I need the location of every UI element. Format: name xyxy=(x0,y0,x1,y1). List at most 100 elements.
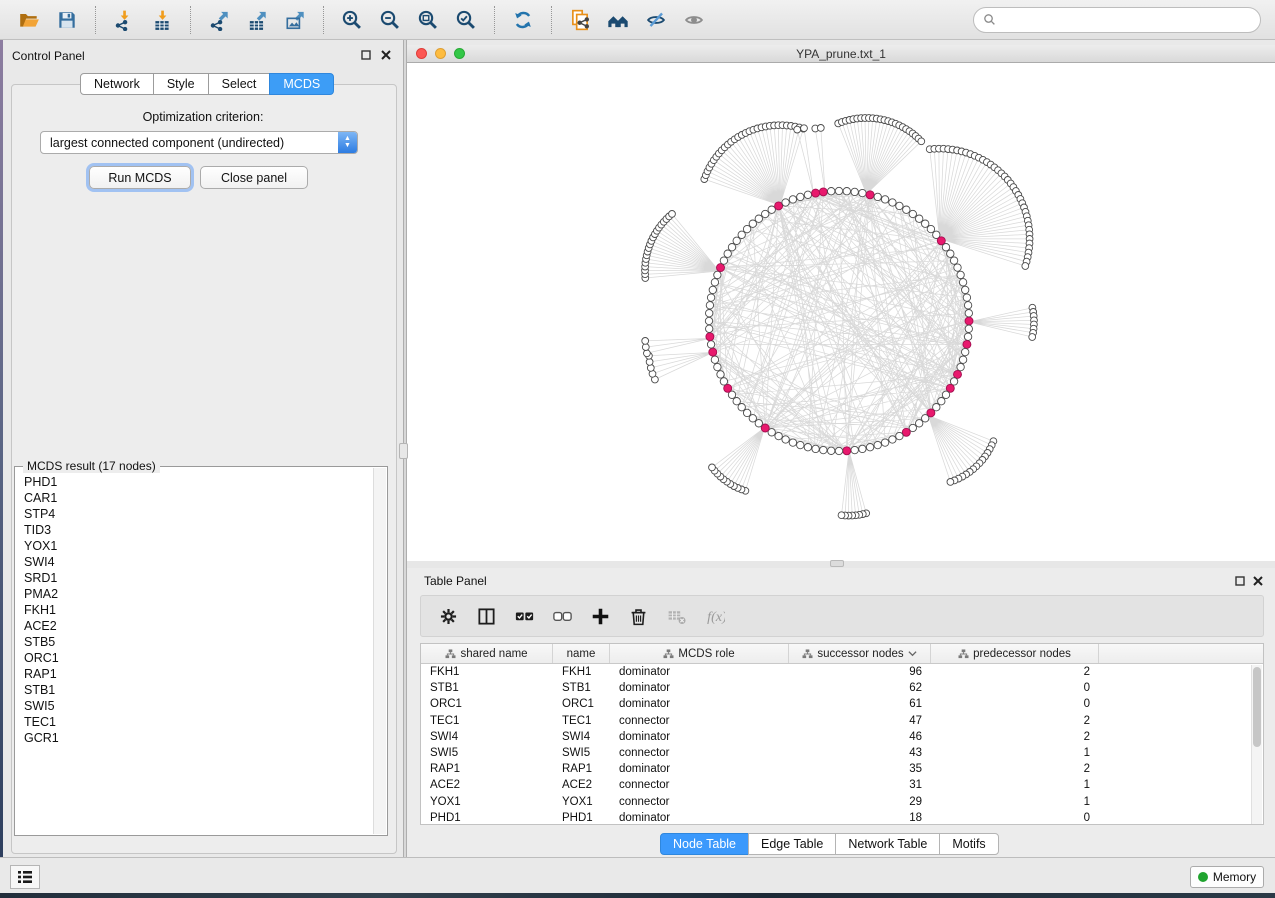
table-row[interactable]: YOX1YOX1connector291 xyxy=(421,794,1263,810)
table-row[interactable]: FKH1FKH1dominator962 xyxy=(421,664,1263,680)
add-row-button[interactable] xyxy=(585,601,615,631)
table-row[interactable]: SWI5SWI5connector431 xyxy=(421,745,1263,761)
cell-MCDS-role[interactable]: connector xyxy=(610,715,789,727)
result-list-scrollbar[interactable] xyxy=(373,468,386,834)
horizontal-splitter-grip[interactable] xyxy=(830,560,844,567)
column-header-name[interactable]: name xyxy=(553,644,610,663)
share-network-button[interactable] xyxy=(564,4,596,36)
cell-shared-name[interactable]: YOX1 xyxy=(421,796,553,808)
cell-name[interactable]: PHD1 xyxy=(553,812,610,824)
cell-name[interactable]: SWI5 xyxy=(553,747,610,759)
zoom-fit-button[interactable] xyxy=(412,4,444,36)
table-row[interactable]: STB1STB1dominator620 xyxy=(421,680,1263,696)
cell-shared-name[interactable]: PHD1 xyxy=(421,812,553,824)
network-graph[interactable] xyxy=(407,63,1275,561)
column-header-shared-name[interactable]: shared name xyxy=(421,644,553,663)
export-image-button[interactable] xyxy=(279,4,311,36)
cell-MCDS-role[interactable]: connector xyxy=(610,779,789,791)
delete-row-button[interactable] xyxy=(623,601,653,631)
cell-MCDS-role[interactable]: connector xyxy=(610,747,789,759)
deselect-all-button[interactable] xyxy=(547,601,577,631)
result-node-item[interactable]: ACE2 xyxy=(24,618,374,634)
cell-shared-name[interactable]: TEC1 xyxy=(421,715,553,727)
memory-button[interactable]: Memory xyxy=(1190,866,1264,888)
cell-successor-nodes[interactable]: 61 xyxy=(789,698,931,710)
cell-name[interactable]: SWI4 xyxy=(553,731,610,743)
cell-successor-nodes[interactable]: 29 xyxy=(789,796,931,808)
tab-style[interactable]: Style xyxy=(153,73,209,95)
cell-MCDS-role[interactable]: dominator xyxy=(610,763,789,775)
result-node-item[interactable]: PHD1 xyxy=(24,474,374,490)
cell-successor-nodes[interactable]: 43 xyxy=(789,747,931,759)
float-table-panel-icon[interactable] xyxy=(1234,575,1246,587)
table-row[interactable]: PHD1PHD1dominator180 xyxy=(421,810,1263,825)
cell-name[interactable]: FKH1 xyxy=(553,666,610,678)
cell-successor-nodes[interactable]: 96 xyxy=(789,666,931,678)
close-panel-button[interactable]: Close panel xyxy=(200,166,308,189)
result-node-item[interactable]: CAR1 xyxy=(24,490,374,506)
optimization-criterion-select[interactable]: largest connected component (undirected)… xyxy=(40,131,358,154)
cell-MCDS-role[interactable]: dominator xyxy=(610,698,789,710)
save-session-button[interactable] xyxy=(51,4,83,36)
network-window-titlebar[interactable]: YPA_prune.txt_1 xyxy=(407,45,1275,63)
result-node-item[interactable]: TEC1 xyxy=(24,714,374,730)
network-view-canvas[interactable] xyxy=(407,63,1275,561)
tab-node-table[interactable]: Node Table xyxy=(660,833,749,855)
tab-mcds[interactable]: MCDS xyxy=(269,73,334,95)
cell-name[interactable]: STB1 xyxy=(553,682,610,694)
cell-shared-name[interactable]: SWI5 xyxy=(421,747,553,759)
cell-shared-name[interactable]: FKH1 xyxy=(421,666,553,678)
split-panel-button[interactable] xyxy=(471,601,501,631)
show-all-button[interactable] xyxy=(678,4,710,36)
cell-predecessor-nodes[interactable]: 1 xyxy=(931,796,1099,808)
cell-successor-nodes[interactable]: 18 xyxy=(789,812,931,824)
result-node-item[interactable]: ORC1 xyxy=(24,650,374,666)
cell-successor-nodes[interactable]: 62 xyxy=(789,682,931,694)
result-node-item[interactable]: STB1 xyxy=(24,682,374,698)
cell-MCDS-role[interactable]: dominator xyxy=(610,731,789,743)
cell-predecessor-nodes[interactable]: 0 xyxy=(931,698,1099,710)
cell-shared-name[interactable]: ACE2 xyxy=(421,779,553,791)
column-header-predecessor-nodes[interactable]: predecessor nodes xyxy=(931,644,1099,663)
cell-MCDS-role[interactable]: connector xyxy=(610,796,789,808)
first-neighbors-button[interactable] xyxy=(602,4,634,36)
cell-name[interactable]: TEC1 xyxy=(553,715,610,727)
close-table-panel-icon[interactable] xyxy=(1252,575,1264,587)
result-node-item[interactable]: GCR1 xyxy=(24,730,374,746)
cell-shared-name[interactable]: RAP1 xyxy=(421,763,553,775)
table-scrollbar-thumb[interactable] xyxy=(1253,667,1261,747)
hide-selected-button[interactable] xyxy=(640,4,672,36)
select-all-button[interactable] xyxy=(509,601,539,631)
result-node-item[interactable]: SRD1 xyxy=(24,570,374,586)
result-node-item[interactable]: RAP1 xyxy=(24,666,374,682)
cell-name[interactable]: YOX1 xyxy=(553,796,610,808)
apply-layout-button[interactable] xyxy=(507,4,539,36)
cell-name[interactable]: ORC1 xyxy=(553,698,610,710)
cell-shared-name[interactable]: ORC1 xyxy=(421,698,553,710)
equation-button[interactable]: f(x) xyxy=(699,601,729,631)
result-node-item[interactable]: SWI4 xyxy=(24,554,374,570)
table-row[interactable]: ACE2ACE2connector311 xyxy=(421,777,1263,793)
export-network-button[interactable] xyxy=(203,4,235,36)
cell-MCDS-role[interactable]: dominator xyxy=(610,812,789,824)
result-node-item[interactable]: STB5 xyxy=(24,634,374,650)
cell-shared-name[interactable]: STB1 xyxy=(421,682,553,694)
table-scrollbar[interactable] xyxy=(1251,665,1262,825)
tab-edge-table[interactable]: Edge Table xyxy=(748,833,836,855)
result-node-item[interactable]: PMA2 xyxy=(24,586,374,602)
result-node-item[interactable]: TID3 xyxy=(24,522,374,538)
delete-table-button[interactable] xyxy=(661,601,691,631)
column-header-successor-nodes[interactable]: successor nodes xyxy=(789,644,931,663)
cell-successor-nodes[interactable]: 47 xyxy=(789,715,931,727)
float-panel-icon[interactable] xyxy=(360,49,372,61)
zoom-selected-button[interactable] xyxy=(450,4,482,36)
result-node-item[interactable]: YOX1 xyxy=(24,538,374,554)
mcds-result-list[interactable]: PHD1CAR1STP4TID3YOX1SWI4SRD1PMA2FKH1ACE2… xyxy=(16,470,374,832)
close-panel-icon[interactable] xyxy=(380,49,392,61)
cell-name[interactable]: ACE2 xyxy=(553,779,610,791)
cell-shared-name[interactable]: SWI4 xyxy=(421,731,553,743)
zoom-in-button[interactable] xyxy=(336,4,368,36)
table-row[interactable]: SWI4SWI4dominator462 xyxy=(421,729,1263,745)
cell-MCDS-role[interactable]: dominator xyxy=(610,666,789,678)
cell-predecessor-nodes[interactable]: 0 xyxy=(931,812,1099,824)
